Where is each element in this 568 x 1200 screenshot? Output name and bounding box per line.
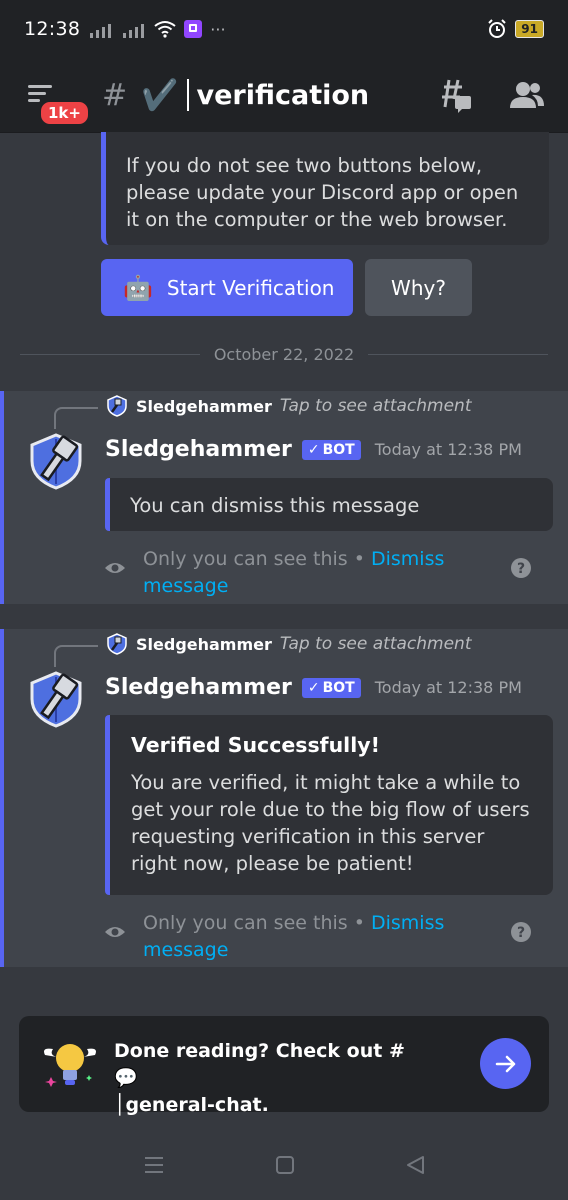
notice-embed: If you do not see two buttons below, ple…	[101, 132, 549, 245]
channel-divider	[186, 79, 189, 111]
notice-text: If you do not see two buttons below, ple…	[126, 154, 519, 231]
shield-hammer-icon	[30, 671, 82, 728]
embed-text: You are verified, it might take a while …	[131, 771, 530, 875]
message-timestamp: Today at 12:38 PM	[374, 440, 522, 459]
done-reading-banner[interactable]: Done reading? Check out #💬 │general-chat…	[19, 1016, 549, 1116]
clock: 12:38	[24, 18, 81, 40]
message-timestamp: Today at 12:38 PM	[374, 678, 522, 697]
embed-text: You can dismiss this message	[130, 494, 420, 517]
signal-icon	[90, 20, 145, 38]
done-reading-line-1: Done reading? Check out #💬	[114, 1040, 405, 1089]
reply-reference[interactable]: Sledgehammer Tap to see attachment	[106, 633, 472, 655]
go-to-channel-button[interactable]	[480, 1038, 531, 1089]
eye-icon	[105, 563, 125, 573]
unread-badge: 1k+	[38, 99, 91, 127]
reply-author: Sledgehammer	[136, 634, 272, 654]
threads-icon[interactable]	[436, 77, 472, 113]
robot-icon: 🤖	[123, 273, 153, 302]
reply-reference[interactable]: Sledgehammer Tap to see attachment	[106, 395, 472, 417]
twitch-icon	[184, 20, 203, 38]
menu-button[interactable]: 1k+	[24, 75, 91, 127]
battery-indicator: 91	[515, 20, 544, 38]
back-icon[interactable]	[405, 1155, 425, 1175]
shield-hammer-icon	[30, 433, 82, 490]
avatar[interactable]	[26, 431, 86, 491]
lightbulb-wings-icon	[44, 1044, 96, 1087]
svg-text:?: ?	[517, 561, 525, 577]
embed-title: Verified Successfully!	[131, 733, 380, 757]
check-icon: ✓	[307, 441, 320, 458]
message-embed: You can dismiss this message	[105, 478, 553, 531]
channel-emoji: ✔️	[141, 77, 179, 113]
more-icon: ···	[210, 19, 226, 39]
only-you-text: Only you can see this •	[143, 912, 371, 934]
arrow-right-icon	[495, 1055, 515, 1072]
bot-tag: ✓ BOT	[301, 677, 361, 698]
date-divider: October 22, 2022	[20, 340, 548, 368]
only-you-text: Only you can see this •	[143, 548, 371, 570]
why-label: Why?	[391, 275, 446, 300]
ephemeral-message[interactable]: Sledgehammer Tap to see attachment Sledg…	[0, 391, 568, 604]
channel-header: 1k+ # ✔️ verification	[0, 58, 568, 132]
status-bar: 12:38 ··· 91	[0, 0, 568, 58]
done-reading-channel[interactable]: │general-chat.	[114, 1092, 424, 1119]
home-icon[interactable]	[275, 1155, 295, 1175]
check-icon: ✓	[307, 679, 320, 696]
reply-author: Sledgehammer	[136, 396, 272, 416]
message-embed: Verified Successfully! You are verified,…	[105, 715, 553, 895]
svg-text:?: ?	[517, 925, 525, 941]
sledgehammer-mini-avatar	[107, 633, 127, 655]
channel-name[interactable]: verification	[197, 80, 370, 111]
help-icon[interactable]: ?	[510, 557, 532, 579]
ephemeral-message[interactable]: Sledgehammer Tap to see attachment Sledg…	[0, 629, 568, 967]
bot-tag: ✓ BOT	[301, 439, 361, 460]
recents-icon[interactable]	[143, 1156, 165, 1174]
message-author[interactable]: Sledgehammer	[105, 437, 292, 462]
sledgehammer-mini-avatar	[107, 395, 127, 417]
alarm-icon	[488, 19, 507, 38]
avatar[interactable]	[26, 669, 86, 729]
divider-date: October 22, 2022	[213, 344, 355, 364]
message-author[interactable]: Sledgehammer	[105, 675, 292, 700]
start-verification-button[interactable]: 🤖 Start Verification	[101, 259, 353, 316]
wifi-icon	[154, 21, 176, 38]
system-nav-bar	[0, 1130, 568, 1200]
eye-icon	[105, 927, 125, 937]
help-icon[interactable]: ?	[510, 921, 532, 943]
members-icon[interactable]	[510, 80, 544, 110]
start-verification-label: Start Verification	[166, 275, 335, 300]
why-button[interactable]: Why?	[365, 259, 472, 316]
reply-attachment-hint: Tap to see attachment	[279, 396, 472, 416]
hash-icon: #	[102, 77, 128, 113]
reply-attachment-hint: Tap to see attachment	[279, 634, 472, 654]
